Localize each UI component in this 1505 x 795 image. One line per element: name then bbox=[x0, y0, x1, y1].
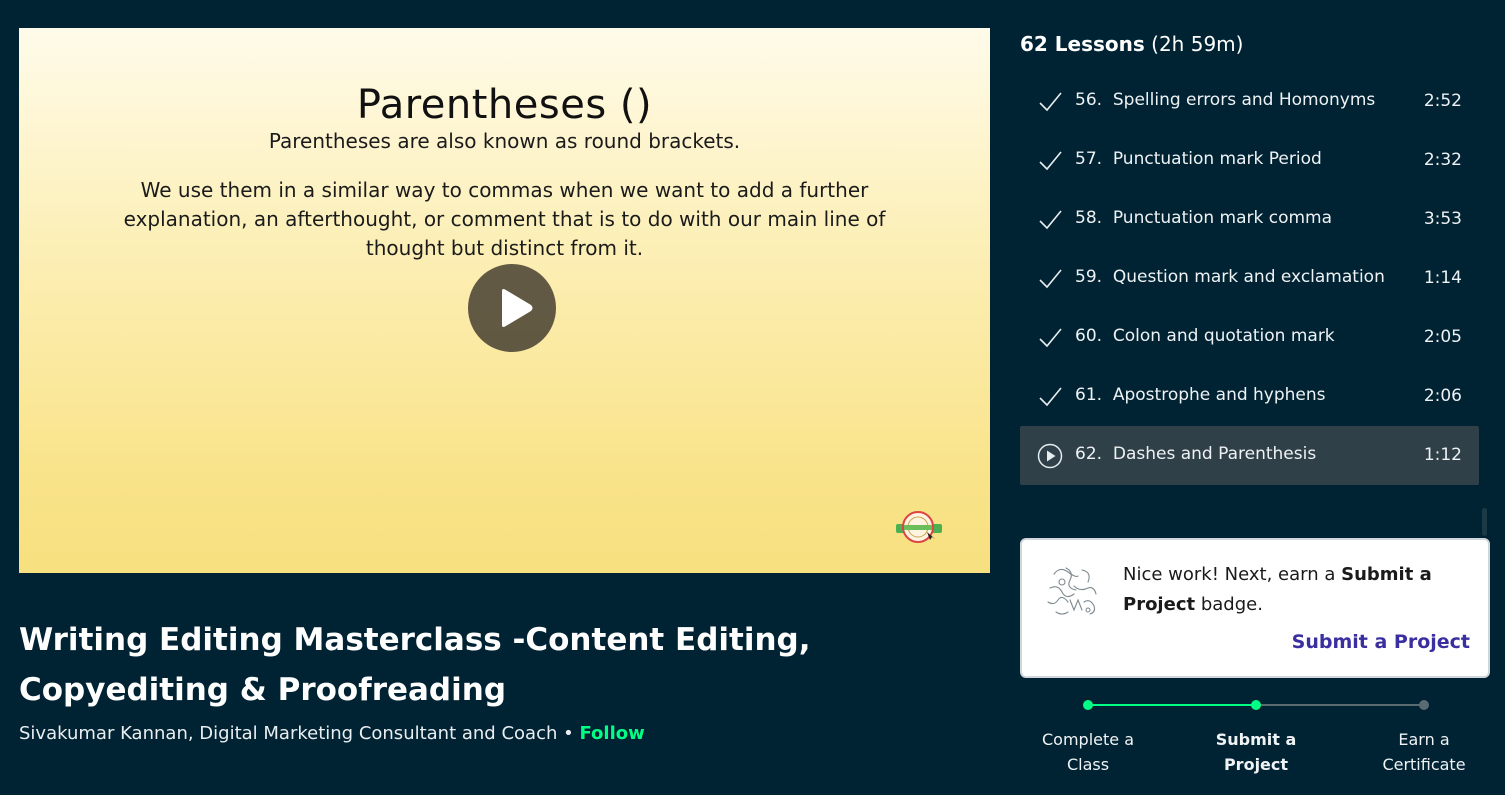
follow-button[interactable]: Follow bbox=[579, 723, 644, 744]
lesson-duration: 3:53 bbox=[1423, 209, 1462, 229]
video-player[interactable]: Parentheses () Parentheses are also know… bbox=[19, 28, 990, 573]
class-title: Writing Editing Masterclass -Content Edi… bbox=[19, 615, 919, 715]
badge-logo-icon bbox=[896, 511, 942, 543]
lesson-title: 59. Question mark and exclamation bbox=[1075, 267, 1385, 287]
teacher-info: Sivakumar Kannan, Digital Marketing Cons… bbox=[19, 723, 645, 744]
lesson-duration: 2:06 bbox=[1423, 386, 1462, 406]
teacher-name[interactable]: Sivakumar Kannan, Digital Marketing Cons… bbox=[19, 723, 557, 744]
lessons-duration: (2h 59m) bbox=[1151, 32, 1244, 56]
progress-track-remaining bbox=[1256, 704, 1424, 706]
step-submit-project: Submit a Project bbox=[1215, 730, 1297, 774]
lesson-duration: 2:32 bbox=[1423, 150, 1462, 170]
lesson-title: 56. Spelling errors and Homonyms bbox=[1075, 90, 1376, 110]
lesson-item-active[interactable]: 62. Dashes and Parenthesis 1:12 bbox=[1020, 426, 1479, 485]
class-title-line1: Writing Editing Masterclass -Content Edi… bbox=[19, 622, 811, 658]
checkmark-icon bbox=[1039, 92, 1062, 112]
separator: • bbox=[563, 723, 574, 744]
lesson-title: 61. Apostrophe and hyphens bbox=[1075, 385, 1326, 405]
lesson-item[interactable]: 56. Spelling errors and Homonyms 2:52 bbox=[1020, 72, 1479, 131]
class-title-line2: Copyediting & Proofreading bbox=[19, 672, 507, 708]
checkmark-icon bbox=[1039, 210, 1062, 230]
lesson-duration: 1:14 bbox=[1423, 268, 1462, 288]
progress-track-complete bbox=[1088, 704, 1256, 706]
step-dot-current bbox=[1251, 700, 1261, 710]
lesson-item[interactable]: 60. Colon and quotation mark 2:05 bbox=[1020, 308, 1479, 367]
project-prompt-card: Nice work! Next, earn a Submit a Project… bbox=[1020, 538, 1490, 678]
lesson-item[interactable]: 58. Punctuation mark comma 3:53 bbox=[1020, 190, 1479, 249]
lesson-duration: 2:52 bbox=[1423, 91, 1462, 111]
lesson-title: 58. Punctuation mark comma bbox=[1075, 208, 1333, 228]
step-dot-complete bbox=[1083, 700, 1093, 710]
lesson-item[interactable]: 61. Apostrophe and hyphens 2:06 bbox=[1020, 367, 1479, 426]
step-dot-todo bbox=[1419, 700, 1429, 710]
play-button[interactable] bbox=[468, 264, 556, 352]
lesson-item[interactable]: 57. Punctuation mark Period 2:32 bbox=[1020, 131, 1479, 190]
lesson-title: 62. Dashes and Parenthesis bbox=[1075, 444, 1317, 464]
checkmark-icon bbox=[1039, 151, 1062, 171]
checkmark-icon bbox=[1039, 328, 1062, 348]
step-earn-certificate: Earn a Certificate bbox=[1382, 730, 1466, 774]
slide-title: Parentheses () bbox=[356, 82, 653, 128]
lesson-duration: 1:12 bbox=[1423, 445, 1462, 465]
lesson-duration: 2:05 bbox=[1423, 327, 1462, 347]
checkmark-icon bbox=[1039, 269, 1062, 289]
play-icon bbox=[502, 289, 533, 327]
checkmark-icon bbox=[1039, 387, 1062, 407]
lessons-count: 62 Lessons bbox=[1020, 32, 1145, 56]
project-message: Nice work! Next, earn a Submit a Project… bbox=[1123, 564, 1432, 615]
lesson-list: 56. Spelling errors and Homonyms 2:52 57… bbox=[1020, 72, 1479, 485]
progress-tracker: Complete a Class Submit a Project Earn a… bbox=[1020, 696, 1490, 786]
step-complete-class: Complete a Class bbox=[1042, 730, 1134, 774]
lesson-item[interactable]: 59. Question mark and exclamation 1:14 bbox=[1020, 249, 1479, 308]
play-circle-icon bbox=[1037, 443, 1063, 469]
slide-text-intro: Parentheses are also known as round brac… bbox=[268, 129, 741, 153]
lesson-list-scrollbar[interactable] bbox=[1482, 508, 1487, 536]
lessons-header: 62 Lessons (2h 59m) bbox=[1020, 32, 1243, 56]
slide-text-body: We use them in a similar way to commas w… bbox=[123, 178, 886, 260]
submit-project-link[interactable]: Submit a Project bbox=[1292, 631, 1470, 653]
lesson-title: 57. Punctuation mark Period bbox=[1075, 149, 1322, 169]
lesson-title: 60. Colon and quotation mark bbox=[1075, 326, 1335, 346]
doodle-illustration-icon bbox=[1047, 567, 1097, 615]
